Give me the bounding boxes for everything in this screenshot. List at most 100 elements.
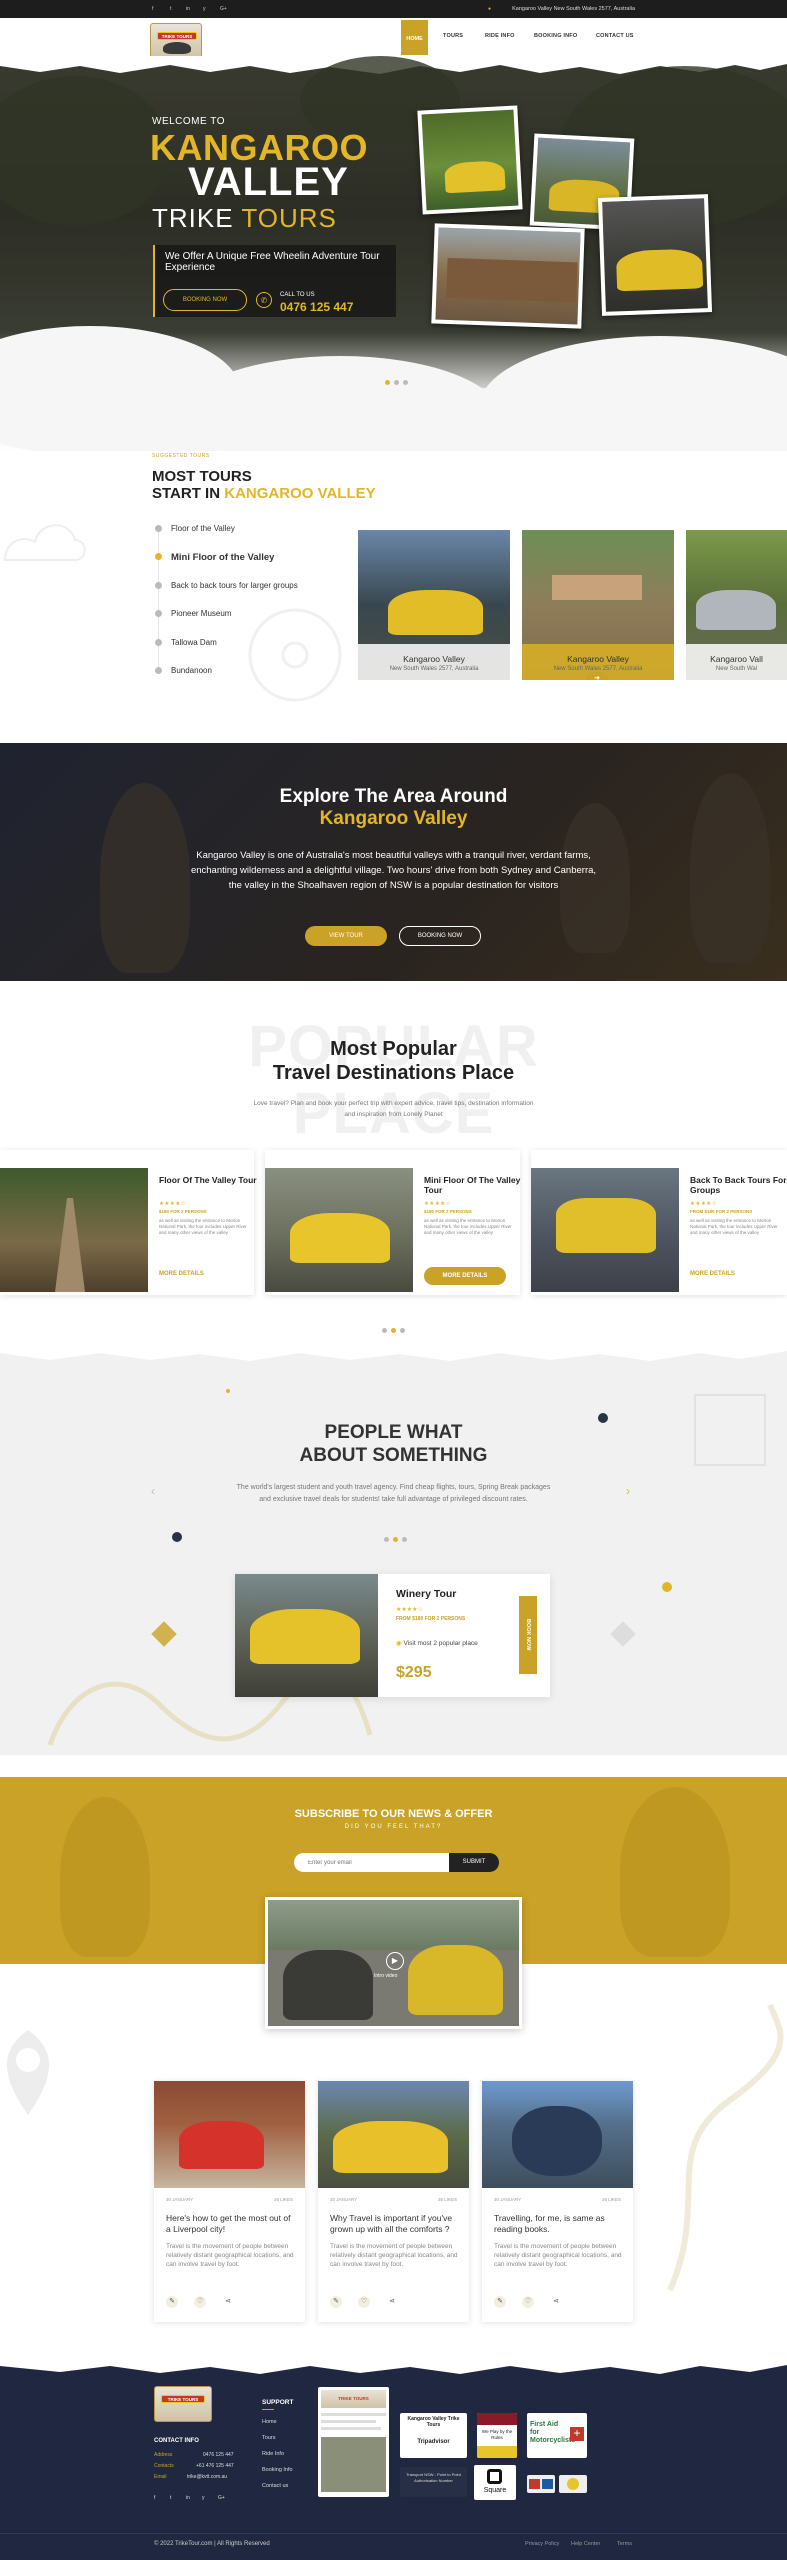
facebook-widget[interactable]: TRIKE TOURS [318, 2387, 389, 2497]
explore-booking-button[interactable]: BOOKING NOW [399, 926, 481, 946]
footer-link-contact[interactable]: Contact us [262, 2483, 288, 2489]
footer-youtube-icon[interactable]: y [202, 2495, 205, 2501]
copyright: © 2022 TrikeTour.com | All Rights Reserv… [154, 2541, 270, 2547]
blog-excerpt: Travel is the movement of people between… [166, 2243, 294, 2268]
footer-divider [0, 2533, 787, 2534]
footer-link-tours[interactable]: Tours [262, 2435, 275, 2441]
blog-image [154, 2081, 305, 2188]
tour-card[interactable]: Kangaroo Valley New South Wales 2577, Aus… [358, 530, 510, 680]
nav-tours[interactable]: TOURS [443, 33, 463, 39]
more-details-link[interactable]: MORE DETAILS [159, 1271, 204, 1277]
destination-price: $180 FOR 2 PERSONS [424, 1209, 472, 1214]
tour-card[interactable]: Kangaroo Valley New South Wales 2577, Aus… [522, 530, 674, 680]
footer-link-home[interactable]: Home [262, 2419, 277, 2425]
more-details-link[interactable]: MORE DETAILS [690, 1271, 735, 1277]
blog-excerpt: Travel is the movement of people between… [330, 2243, 458, 2268]
help-center-link[interactable]: Help Center [571, 2541, 600, 2547]
testimonial-heading: PEOPLE WHAT [324, 1422, 463, 1443]
destination-card[interactable]: Back To Back Tours For Groups ★★★★☆ FROM… [531, 1150, 787, 1295]
winery-image [235, 1574, 378, 1697]
subscribe-subheading: DID YOU FEEL THAT? [344, 1824, 443, 1830]
google-plus-icon[interactable]: G+ [220, 6, 227, 12]
footer-twitter-icon[interactable]: t [170, 2495, 171, 2501]
heart-icon[interactable]: ♡ [358, 2296, 370, 2308]
footer-link-ride-info[interactable]: Ride Info [262, 2451, 284, 2457]
winery-price: $295 [396, 1664, 432, 1681]
share-icon[interactable]: ⋖ [386, 2296, 398, 2308]
transport-nsw-badge[interactable]: Transport NSW - Point to Point Authorisa… [400, 2467, 467, 2497]
testimonial-slider-dots[interactable] [384, 1537, 407, 1542]
blog-excerpt: Travel is the movement of people between… [494, 2243, 622, 2268]
popular-text: Love travel? Plan and book your perfect … [253, 1100, 534, 1118]
comment-icon[interactable]: ✎ [166, 2296, 178, 2308]
tour-card[interactable]: Kangaroo Vall New South Wal [686, 530, 787, 680]
email-value[interactable]: trike@kvtt.com.au [187, 2474, 227, 2480]
hero-booking-button[interactable]: BOOKING NOW [163, 289, 247, 311]
footer-link-booking-info[interactable]: Booking Info [262, 2467, 293, 2473]
footer-linkedin-icon[interactable]: in [186, 2495, 190, 2501]
decor-dot [662, 1582, 672, 1592]
comment-icon[interactable]: ✎ [494, 2296, 506, 2308]
pin-decoration [7, 2030, 49, 2115]
footer-facebook-icon[interactable]: f [154, 2495, 155, 2501]
destination-card[interactable]: Mini Floor Of The Valley Tour ★★★★☆ $180… [265, 1150, 520, 1295]
twitter-icon[interactable]: t [170, 6, 171, 12]
book-now-button[interactable]: BOOK NOW [519, 1596, 537, 1674]
share-icon[interactable]: ⋖ [222, 2296, 234, 2308]
blog-card[interactable]: 30 JANUARY 26 LIKES Why Travel is import… [318, 2081, 469, 2322]
youtube-icon[interactable]: y [203, 6, 206, 12]
explore-heading-accent: Kangaroo Valley [319, 808, 468, 829]
blog-comments: 26 LIKES [273, 2197, 293, 2202]
blog-card[interactable]: 30 JANUARY 26 LIKES Travelling, for me, … [482, 2081, 633, 2322]
nav-contact-us[interactable]: CONTACT US [596, 33, 634, 39]
secure-badge [559, 2475, 587, 2493]
explore-text: Kangaroo Valley is one of Australia's mo… [190, 850, 597, 891]
chevron-left-icon[interactable]: ‹ [151, 1484, 155, 1498]
intro-video[interactable]: ▶ Intro video [265, 1897, 522, 2029]
phone-icon: ✆ [256, 292, 272, 308]
heart-icon[interactable]: ♡ [522, 2296, 534, 2308]
play-by-rules-badge[interactable]: We Play by the Rules [477, 2413, 517, 2458]
explore-heading: Explore The Area Around [279, 786, 508, 807]
blog-title[interactable]: Travelling, for me, is same as reading b… [494, 2213, 624, 2235]
terms-link[interactable]: Terms [617, 2541, 632, 2547]
submit-button[interactable]: SUBMIT [449, 1853, 499, 1872]
destination-card[interactable]: Floor Of The Valley Tour ★★★★☆ $180 FOR … [0, 1150, 257, 1295]
footer-logo[interactable]: TRIKE TOURS [154, 2386, 212, 2422]
arrow-right-icon[interactable]: ➜ [586, 672, 608, 680]
linkedin-icon[interactable]: in [186, 6, 190, 12]
blog-title[interactable]: Why Travel is important if you've grown … [330, 2213, 460, 2235]
blog-card[interactable]: 30 JANUARY 26 LIKES Here's how to get th… [154, 2081, 305, 2322]
site-logo[interactable]: TRIKE TOURS [150, 23, 202, 59]
heart-icon[interactable]: ♡ [194, 2296, 206, 2308]
facebook-icon[interactable]: f [152, 6, 153, 12]
destination-image [531, 1168, 679, 1292]
contacts-value[interactable]: +61 476 125 447 [196, 2463, 234, 2469]
nav-ride-info[interactable]: RIDE INFO [485, 33, 515, 39]
blog-title[interactable]: Here's how to get the most out of a Live… [166, 2213, 296, 2235]
share-icon[interactable]: ⋖ [550, 2296, 562, 2308]
nav-home[interactable]: HOME [401, 20, 428, 55]
play-icon[interactable]: ▶ [386, 1952, 404, 1970]
footer-logo-text: TRIKE TOURS [161, 2395, 205, 2403]
winery-price-note: FROM $180 FOR 2 PERSONS [396, 1616, 466, 1622]
hero-phone-number[interactable]: 0476 125 447 [280, 300, 353, 314]
chevron-right-icon[interactable]: › [626, 1484, 630, 1498]
address-label: Address [154, 2452, 173, 2458]
first-aid-badge[interactable]: First Aid for Motorcyclists + [527, 2413, 587, 2458]
comment-icon[interactable]: ✎ [330, 2296, 342, 2308]
kvtt-tripadvisor-badge[interactable]: Kangaroo Valley Trike Tours Tripadvisor [400, 2413, 467, 2458]
popular-slider-dots[interactable] [382, 1328, 405, 1333]
more-details-button[interactable]: MORE DETAILS [424, 1267, 506, 1285]
destination-title: Mini Floor Of The Valley Tour [424, 1175, 521, 1195]
tours-heading: MOST TOURS START IN KANGAROO VALLEY [152, 468, 376, 502]
view-tour-button[interactable]: VIEW TOUR [305, 926, 387, 946]
privacy-policy-link[interactable]: Privacy Policy [525, 2541, 559, 2547]
winery-tour-card[interactable]: Winery Tour ★★★★☆ FROM $180 FOR 2 PERSON… [235, 1574, 550, 1697]
destination-price: $180 FOR 2 PERSONS [159, 1209, 207, 1214]
nav-booking-info[interactable]: BOOKING INFO [534, 33, 577, 39]
footer-google-plus-icon[interactable]: G+ [218, 2495, 225, 2501]
email-input[interactable] [294, 1853, 449, 1872]
hero-slider-dots[interactable] [385, 380, 408, 385]
square-badge[interactable]: Square [474, 2465, 516, 2500]
